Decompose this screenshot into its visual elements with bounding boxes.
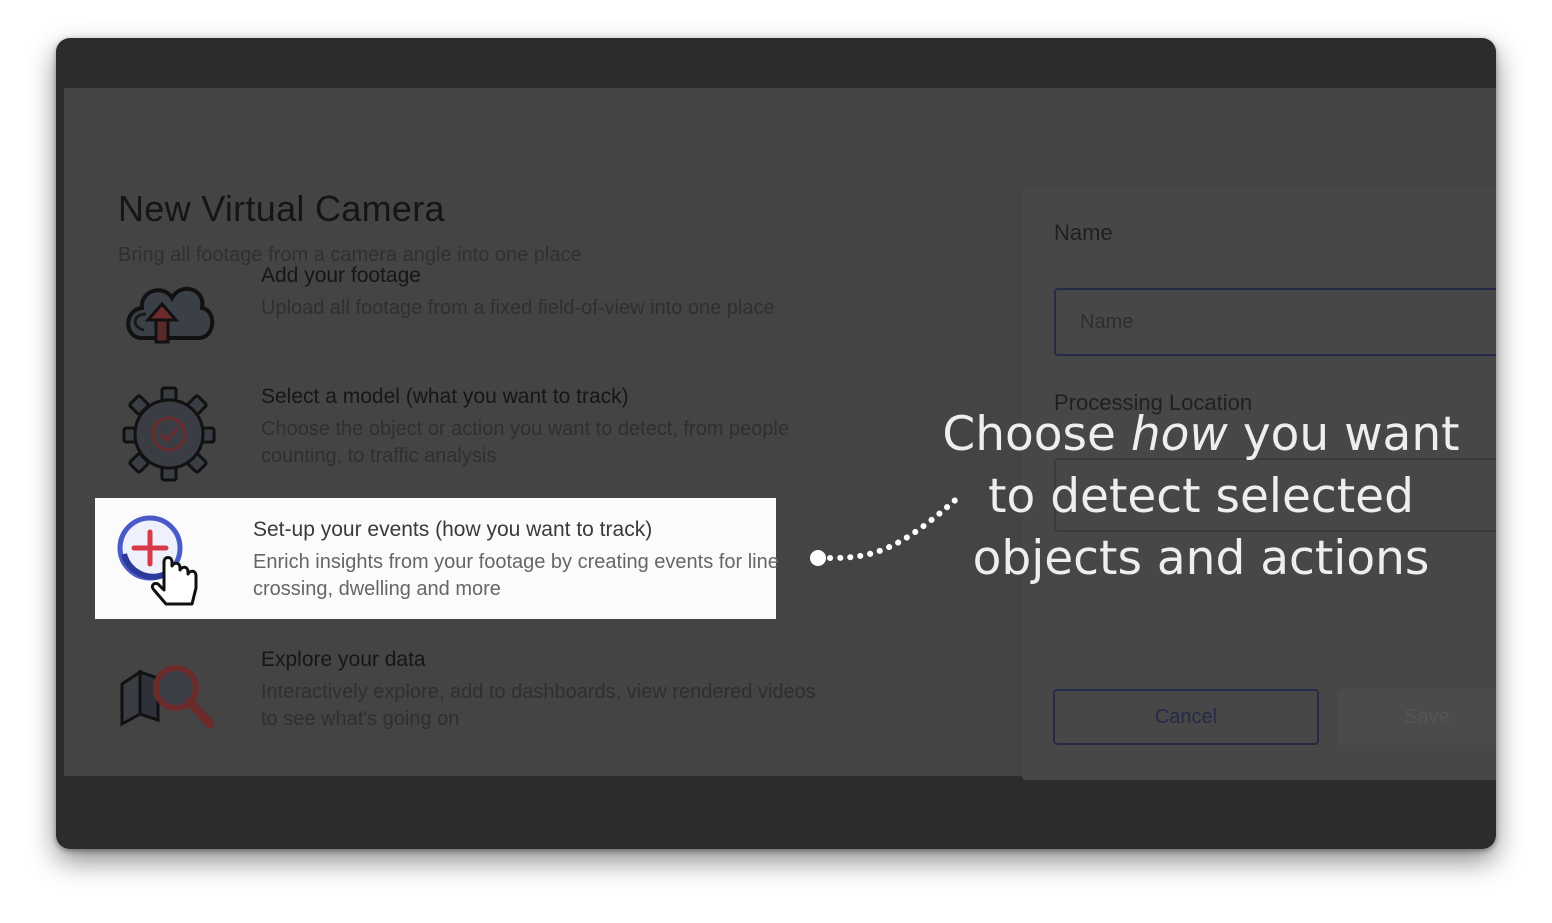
step-title: Explore your data [261, 648, 426, 671]
step-title: Set-up your events (how you want to trac… [253, 518, 653, 541]
cancel-button[interactable]: Cancel [1053, 689, 1319, 745]
step-description: Choose the object or action you want to … [261, 418, 790, 467]
step-description: Interactively explore, add to dashboards… [261, 681, 816, 730]
callout-annotation: Choose how you want to detect selected o… [942, 407, 1460, 586]
step-description: Enrich insights from your footage by cre… [253, 551, 779, 600]
add-click-icon [112, 512, 212, 612]
magnifier-icon [118, 644, 218, 744]
step-setup-events[interactable]: Set-up your events (how you want to trac… [95, 498, 779, 619]
step-title: Add your footage [261, 264, 421, 287]
cloud-upload-icon [118, 264, 218, 364]
screenshot-frame: New Virtual Camera Bring all footage fro… [56, 38, 1496, 849]
page-title: New Virtual Camera [118, 188, 445, 229]
name-input[interactable] [1054, 288, 1496, 356]
gear-check-icon [118, 384, 218, 484]
name-field-label: Name [1054, 220, 1113, 245]
step-description: Upload all footage from a fixed field-of… [261, 297, 775, 319]
step-title: Select a model (what you want to track) [261, 385, 629, 408]
save-button[interactable]: Save [1337, 689, 1496, 745]
